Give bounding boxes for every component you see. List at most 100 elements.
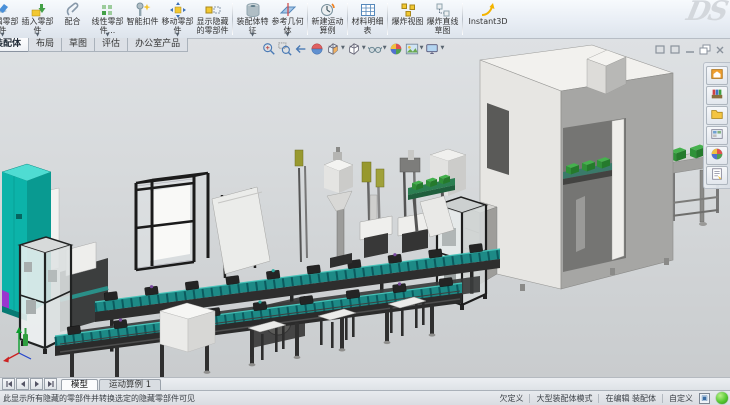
taskpane-appearances-button[interactable] (706, 146, 728, 165)
tab-assembly[interactable]: 装配体 (0, 38, 29, 52)
nav-prev-button[interactable] (16, 378, 29, 390)
ribbon-button-insert-component[interactable]: 插入零部件▼ (20, 0, 55, 38)
edit-appearance-icon[interactable] (389, 41, 403, 55)
tab-layout[interactable]: 布局 (28, 38, 62, 52)
move-component-icon (170, 1, 186, 18)
assembly-features-icon (245, 1, 261, 18)
dropdown-arrow-icon[interactable]: ▼ (383, 45, 387, 51)
ribbon-button-label: 新建运动算例 (311, 18, 344, 35)
taskpane-design-library-button[interactable] (706, 86, 728, 105)
tab-sketch[interactable]: 草图 (61, 38, 95, 52)
command-manager-tabs: 装配体布局草图评估办公室产品 (0, 38, 187, 52)
tp-appearances-icon (710, 146, 724, 165)
tab-office[interactable]: 办公室产品 (127, 38, 188, 52)
ribbon-button-exploded-view[interactable]: 爆炸视图 (390, 0, 425, 38)
ribbon-button-mate[interactable]: 配合 (55, 0, 90, 38)
dropdown-arrow-icon[interactable]: ▼ (251, 33, 255, 38)
ds-watermark: DS (684, 0, 730, 27)
model-enclosure (480, 45, 673, 291)
view-settings-icon[interactable] (425, 41, 439, 55)
dropdown-arrow-icon[interactable]: ▼ (420, 45, 424, 51)
nav-first-button[interactable] (2, 378, 15, 390)
tp-palette-icon (710, 126, 724, 145)
display-style-icon[interactable] (347, 41, 361, 55)
ribbon-button-bom[interactable]: 材料明细表 (350, 0, 385, 38)
zoom-fit-icon[interactable] (262, 41, 276, 55)
model-feeder-panel (212, 187, 270, 278)
status-item[interactable]: 自定义 (669, 393, 693, 404)
taskpane-resources-button[interactable] (706, 66, 728, 85)
status-separator (662, 394, 663, 403)
nav-last-button[interactable] (44, 378, 57, 390)
status-separator (598, 394, 599, 403)
ribbon-button-explode-line-sketch[interactable]: 爆炸直线草图 (425, 0, 460, 38)
status-item: 大型装配体模式 (536, 393, 592, 404)
show-hidden-icon (205, 1, 221, 18)
ribbon-button-label: Instant3D (468, 18, 507, 27)
mate-icon (65, 1, 81, 18)
toolbar-separator (462, 3, 463, 35)
exploded-view-icon (400, 1, 416, 18)
view-orientation-icon[interactable] (326, 41, 340, 55)
instant3d-icon (480, 1, 496, 18)
status-item: 在编辑 装配体 (605, 393, 656, 404)
command-manager-toolbar: 编辑零部件▼插入零部件▼ 配合线性零部件...▼智能扣件移动零部件▼显示隐藏的零部… (0, 0, 730, 39)
dropdown-arrow-icon[interactable]: ▼ (440, 45, 444, 51)
win-cascade-icon[interactable] (699, 40, 711, 51)
ribbon-button-move-component[interactable]: 移动零部件▼ (160, 0, 195, 38)
model-canvas[interactable] (0, 0, 730, 405)
ribbon-button-reference-geometry[interactable]: 参考几何体▼ (270, 0, 305, 38)
previous-view-icon[interactable] (294, 41, 308, 55)
model-stations (295, 147, 430, 268)
tp-resources-icon (710, 66, 724, 85)
taskpane-custom-properties-button[interactable] (706, 166, 728, 185)
model-white-box (160, 303, 215, 352)
ribbon-button-label: 爆炸直线草图 (426, 18, 459, 35)
insert-component-icon (30, 1, 46, 18)
dropdown-arrow-icon[interactable]: ▼ (341, 45, 345, 51)
ribbon-button-label: 配合 (65, 18, 81, 27)
win-minimize-icon[interactable] (684, 40, 696, 51)
motion-study-icon (320, 1, 336, 18)
ribbon-button-instant3d[interactable]: Instant3D (465, 0, 511, 38)
ribbon-button-new-motion-study[interactable]: 新建运动算例 (310, 0, 345, 38)
ribbon-button-smart-fasteners[interactable]: 智能扣件 (125, 0, 160, 38)
toolbar-separator (387, 3, 388, 35)
dropdown-arrow-icon[interactable]: ▼ (286, 33, 290, 38)
ribbon-buttons: 编辑零部件▼插入零部件▼ 配合线性零部件...▼智能扣件移动零部件▼显示隐藏的零部… (0, 0, 511, 38)
dropdown-arrow-icon[interactable]: ▼ (362, 45, 366, 51)
win-frame-icon[interactable] (654, 40, 666, 51)
hide-show-icon[interactable] (368, 41, 382, 55)
tp-props-icon (710, 166, 724, 185)
win-frame-icon[interactable] (669, 40, 681, 51)
linear-pattern-icon (100, 1, 116, 18)
win-close-icon[interactable] (714, 40, 726, 51)
ribbon-button-label: 爆炸视图 (392, 18, 424, 27)
ribbon-button-show-hidden[interactable]: 显示隐藏的零部件 (195, 0, 230, 38)
nav-next-button[interactable] (30, 378, 43, 390)
taskpane-view-palette-button[interactable] (706, 126, 728, 145)
apply-scene-icon[interactable] (405, 41, 419, 55)
document-window-controls (654, 40, 726, 51)
tp-folder-icon (710, 106, 724, 125)
taskpane-file-explorer-button[interactable] (706, 106, 728, 125)
status-item: 欠定义 (499, 393, 523, 404)
ribbon-button-assembly-features[interactable]: 装配体特征▼ (235, 0, 270, 38)
zoom-area-icon[interactable] (278, 41, 292, 55)
task-pane-tabs (703, 62, 730, 189)
toolbar-separator (307, 3, 308, 35)
solidworks-window: 编辑零部件▼插入零部件▼ 配合线性零部件...▼智能扣件移动零部件▼显示隐藏的零部… (0, 0, 730, 405)
ribbon-button-linear-pattern[interactable]: 线性零部件...▼ (90, 0, 125, 38)
bom-icon (360, 1, 376, 18)
help-icon[interactable]: ▣ (699, 393, 710, 404)
toolbar-separator (347, 3, 348, 35)
ribbon-button-label: 材料明细表 (351, 18, 384, 35)
ribbon-button-label: 显示隐藏的零部件 (196, 18, 229, 35)
headsup-view-toolbar: ▼ ▼ ▼ ▼ ▼ (261, 40, 445, 55)
tab-nav-buttons (2, 378, 57, 390)
tab-evaluate[interactable]: 评估 (94, 38, 128, 52)
ribbon-button-edit-component[interactable]: 编辑零部件▼ (0, 0, 20, 38)
explode-sketch-icon (435, 1, 451, 18)
tp-library-icon (710, 86, 724, 105)
section-view-icon[interactable] (310, 41, 324, 55)
